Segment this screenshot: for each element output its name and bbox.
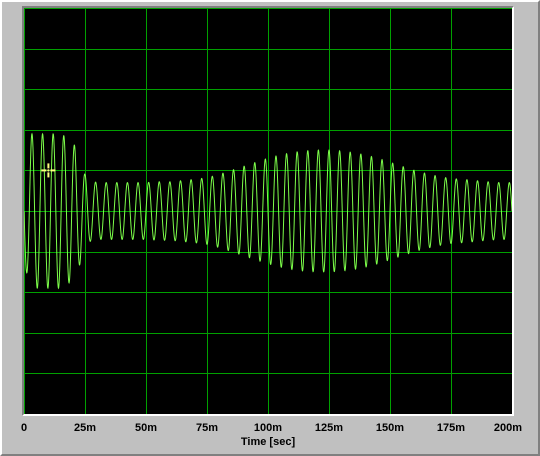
x-tick-label: 0 (20, 422, 28, 434)
x-tick-label: 150m (375, 422, 405, 434)
x-tick-label: 75m (195, 422, 219, 434)
cursor-crosshair-center[interactable] (47, 169, 50, 172)
x-tick-label: 125m (314, 422, 344, 434)
x-tick-label: 175m (436, 422, 466, 434)
waveform-plot[interactable] (24, 8, 512, 414)
x-axis-label: Time [sec] (240, 436, 296, 448)
x-tick-label: 200m (493, 422, 523, 434)
x-tick-label: 100m (253, 422, 283, 434)
x-tick-label: 50m (134, 422, 158, 434)
x-tick-label: 25m (73, 422, 97, 434)
